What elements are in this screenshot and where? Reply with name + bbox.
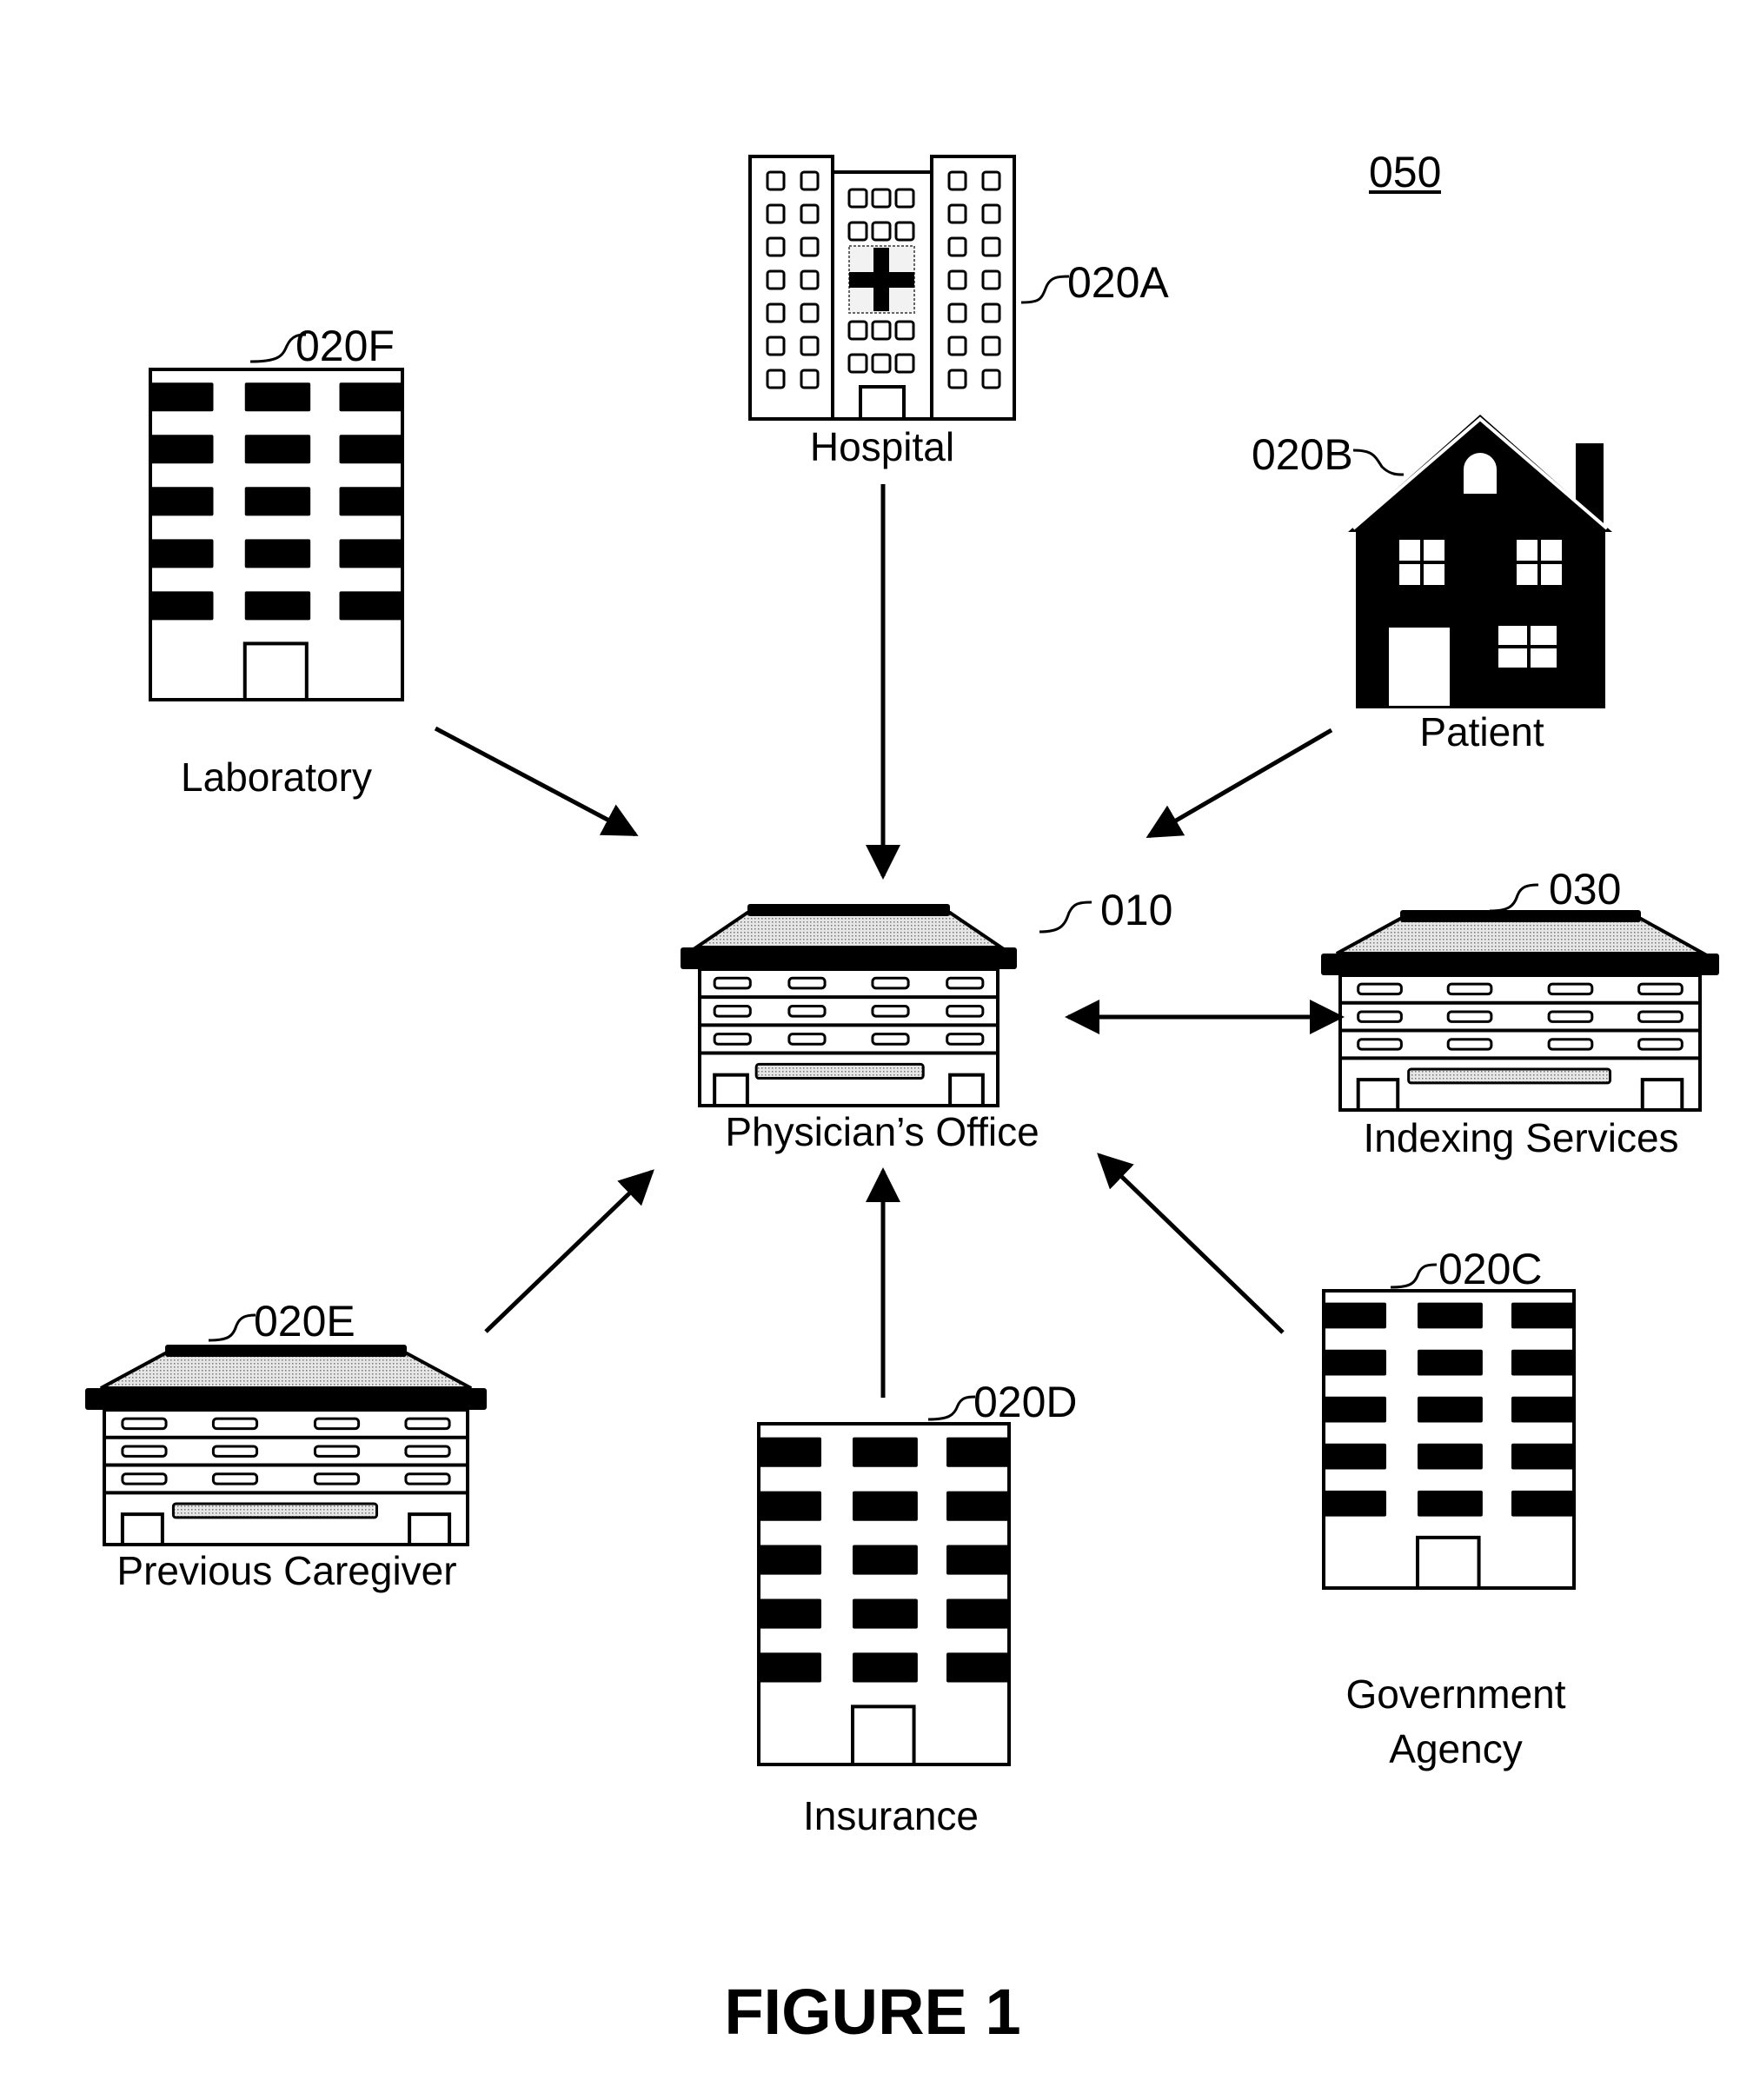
government-agency-label-line1: Government [1345,1671,1565,1717]
arrow-laboratory-to-office [434,726,639,837]
insurance-ref-leader [927,1395,976,1421]
house-icon [1348,415,1612,708]
arrow-government-to-office [1097,1153,1285,1334]
arrow-patient-to-office [1146,728,1333,839]
physicians-office-ref-leader [1039,900,1092,934]
hospital-icon [748,155,1016,421]
government-agency-ref: 020C [1438,1245,1543,1293]
indexing-services-ref-leader [1489,883,1539,913]
system-ref-label: 050 [1369,148,1441,196]
hospital-label: Hospital [810,424,954,469]
previous-caregiver-label: Previous Caregiver [116,1548,456,1593]
system-reference: 050 [1369,148,1441,196]
physicians-office-ref: 010 [1100,886,1172,934]
office-tower-icon [1322,1289,1576,1590]
office-tower-icon [757,1422,1011,1766]
laboratory-label: Laboratory [181,754,372,800]
government-agency-label-line2: Agency [1389,1726,1522,1771]
hospital-node: 020A Hospital [748,155,1169,469]
low-rise-office-icon [681,904,1017,1107]
low-rise-office-icon [1321,910,1719,1112]
figure-title: FIGURE 1 [724,1976,1020,2048]
physicians-office-node: 010 Physician’s Office [681,886,1172,1154]
previous-caregiver-ref: 020E [254,1297,355,1346]
hospital-ref-leader [1020,275,1070,304]
previous-caregiver-node: 020E Previous Caregiver [85,1297,487,1593]
patient-label: Patient [1419,709,1544,754]
low-rise-office-icon [85,1345,487,1546]
government-agency-ref-leader [1390,1263,1438,1289]
insurance-node: 020D Insurance [757,1378,1078,1838]
diagram-canvas: 050 020A Hospital 020F Laboratory 020B P… [85,148,1719,2048]
government-agency-node: 020C Government Agency [1322,1245,1576,1771]
previous-caregiver-ref-leader [208,1313,256,1342]
office-tower-icon [149,368,404,702]
indexing-services-node: 030 Indexing Services [1321,865,1719,1160]
patient-ref: 020B [1252,430,1353,479]
laboratory-ref: 020F [296,322,395,370]
indexing-services-ref: 030 [1549,865,1621,914]
physicians-office-label: Physician’s Office [725,1109,1039,1154]
insurance-label: Insurance [803,1793,979,1838]
patient-node: 020B Patient [1252,415,1612,754]
hospital-ref: 020A [1067,258,1169,307]
arrow-caregiver-to-office [484,1169,654,1333]
laboratory-node: 020F Laboratory [149,322,404,800]
patient-ref-leader [1352,449,1405,476]
indexing-services-label: Indexing Services [1363,1115,1678,1160]
insurance-ref: 020D [973,1378,1078,1426]
